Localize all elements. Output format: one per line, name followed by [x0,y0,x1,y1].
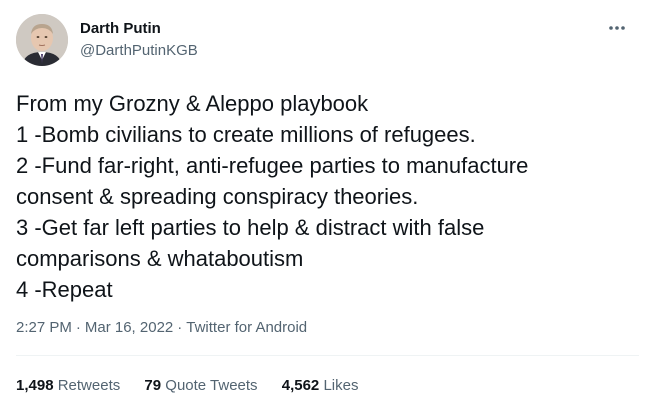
display-name[interactable]: Darth Putin [80,19,198,39]
tweet-source-link[interactable]: Twitter for Android [186,319,307,336]
tweet-date: Mar 16, 2022 [84,319,174,336]
tweet-time: 2:27 PM [16,319,72,336]
tweet-text-line: consent & spreading conspiracy theories. [16,184,419,209]
tweet-text: From my Grozny & Aleppo playbook 1 -Bomb… [16,88,631,305]
tweet-text-line: 4 -Repeat [16,277,113,302]
retweets-stat[interactable]: 1,498 Retweets [16,377,120,394]
likes-stat[interactable]: 4,562 Likes [282,377,359,394]
quote-tweets-label: Quote Tweets [165,377,258,394]
retweets-label: Retweets [57,377,121,394]
more-dots-icon [609,26,625,30]
tweet-text-line: 1 -Bomb civilians to create millions of … [16,122,476,147]
user-info: Darth Putin @DarthPutinKGB [80,19,198,61]
divider [16,355,639,356]
user-handle[interactable]: @DarthPutinKGB [80,41,198,61]
avatar-image [16,14,68,66]
tweet-card: Darth Putin @DarthPutinKGB From my Grozn… [0,0,647,407]
tweet-stats: 1,498 Retweets 79 Quote Tweets 4,562 Lik… [16,376,378,396]
tweet-text-line: From my Grozny & Aleppo playbook [16,91,369,116]
retweets-count: 1,498 [16,377,54,394]
avatar[interactable] [16,14,68,66]
quote-tweets-count: 79 [144,377,162,394]
tweet-text-line: 2 -Fund far-right, anti-refugee parties … [16,153,529,178]
tweet-meta: 2:27 PM · Mar 16, 2022 · Twitter for Android [16,318,307,338]
meta-separator: · [177,319,183,336]
tweet-text-line: 3 -Get far left parties to help & distra… [16,215,485,240]
likes-count: 4,562 [281,377,320,394]
quote-tweets-stat[interactable]: 79 Quote Tweets [144,377,257,394]
meta-separator: · [75,319,81,336]
likes-label: Likes [323,377,359,394]
more-options-button[interactable] [603,14,631,42]
tweet-text-line: comparisons & whataboutism [16,246,304,271]
tweet-time-link[interactable]: 2:27 PM · Mar 16, 2022 [16,319,173,336]
